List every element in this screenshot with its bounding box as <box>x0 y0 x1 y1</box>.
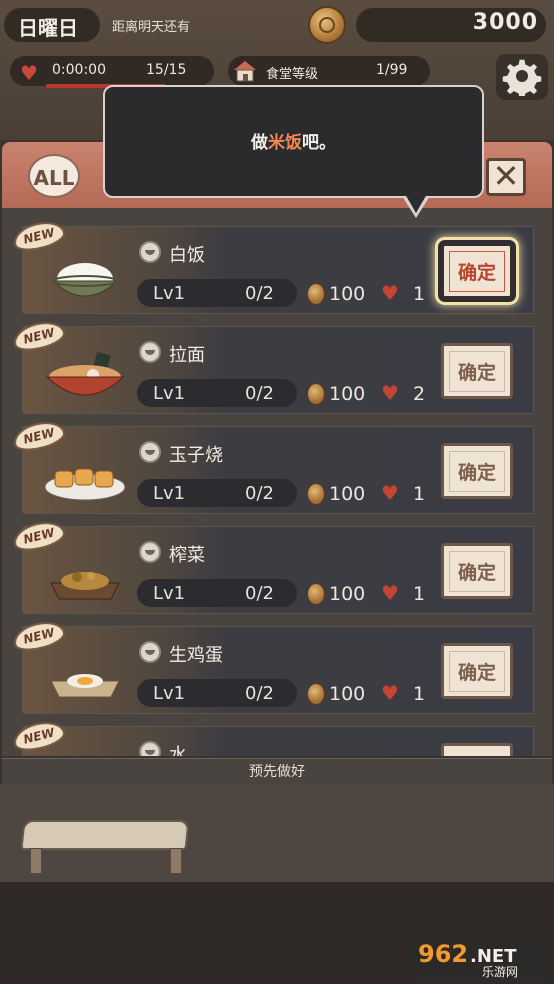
coin-icon <box>308 6 346 44</box>
dish-price: 100 <box>329 583 366 605</box>
ramen-bowl-image <box>45 351 125 396</box>
dish-row-rice: NEW 白饭 Lv1 0/2 100 ♥ 1 确定 <box>10 217 534 314</box>
dish-name: 拉面 <box>169 345 205 366</box>
dish-hearts: 1 <box>413 683 426 705</box>
dish-list[interactable]: NEW 白饭 Lv1 0/2 100 ♥ 1 确定 NEW 拉面 Lv1 0/2… <box>2 208 552 756</box>
egg-category-icon <box>139 641 161 663</box>
rice-category-icon <box>139 241 161 263</box>
confirm-button[interactable]: 确定 <box>441 343 513 399</box>
dish-level: Lv1 <box>153 383 186 404</box>
dish-row-ramen: NEW 拉面 Lv1 0/2 100 ♥ 2 确定 <box>10 317 534 414</box>
coin-icon <box>307 583 325 605</box>
tooltip-prefix: 做 <box>251 133 268 153</box>
coin-icon <box>307 483 325 505</box>
until-tomorrow-label: 距离明天还有 <box>112 20 191 35</box>
tooltip-tail-inner <box>405 194 427 213</box>
noodle-category-icon <box>139 341 161 363</box>
new-badge: NEW <box>10 717 68 755</box>
dish-hearts: 1 <box>413 583 426 605</box>
confirm-button[interactable]: 确定 <box>441 543 513 599</box>
restaurant-level-label: 食堂等级 <box>266 67 319 82</box>
heart-icon: ♥ <box>381 281 399 305</box>
dish-progress: 0/2 <box>245 383 274 404</box>
heart-icon: ♥ <box>381 681 399 705</box>
coin-icon <box>307 283 325 305</box>
confirm-button[interactable] <box>441 743 513 756</box>
dish-progress: 0/2 <box>245 283 274 304</box>
tooltip-suffix: 吧。 <box>302 133 336 153</box>
confirm-label: 确定 <box>448 550 505 592</box>
confirm-button[interactable]: 确定 <box>441 443 513 499</box>
dish-price: 100 <box>329 383 366 405</box>
timer-value: 0:00:00 <box>52 62 106 78</box>
rice-bowl-image <box>51 263 119 297</box>
dish-row-pickles: NEW 榨菜 Lv1 0/2 100 ♥ 1 确定 <box>10 517 534 614</box>
money-value: 3000 <box>472 10 538 35</box>
confirm-button[interactable]: 确定 <box>441 643 513 699</box>
svg-text:.NET: .NET <box>470 946 517 967</box>
dish-price: 100 <box>329 483 366 505</box>
confirm-button[interactable]: 确定 <box>441 243 513 299</box>
heart-icon: ♥ <box>381 581 399 605</box>
confirm-label: 确定 <box>448 450 505 492</box>
heart-icon: ♥ <box>381 381 399 405</box>
svg-text:乐游网: 乐游网 <box>482 965 518 978</box>
confirm-label: 确定 <box>448 350 505 392</box>
customer-count: 15/15 <box>146 62 187 78</box>
dish-row-water: NEW 水 <box>10 717 534 756</box>
confirm-label: 确定 <box>448 650 505 692</box>
dish-hearts: 2 <box>413 383 426 405</box>
dish-price: 100 <box>329 283 366 305</box>
dish-level: Lv1 <box>153 683 186 704</box>
table-leg <box>170 848 182 874</box>
dish-level: Lv1 <box>153 483 186 504</box>
counter-table <box>20 820 190 850</box>
day-label: 日曜日 <box>18 16 78 40</box>
heart-icon: ♥ <box>20 61 38 85</box>
tooltip-highlight: 米饭 <box>268 133 302 153</box>
dish-level: Lv1 <box>153 283 186 304</box>
dish-hearts: 1 <box>413 483 426 505</box>
dish-row-tamagoyaki: NEW 玉子烧 Lv1 0/2 100 ♥ 1 确定 <box>10 417 534 514</box>
dish-name: 玉子烧 <box>169 445 223 466</box>
pickles-plate-image <box>50 572 120 600</box>
dish-progress: 0/2 <box>245 483 274 504</box>
dish-level: Lv1 <box>153 583 186 604</box>
restaurant-icon <box>234 61 256 82</box>
egg-category-icon <box>139 441 161 463</box>
confirm-label: 确定 <box>448 250 505 292</box>
prepare-ahead-label: 预先做好 <box>249 764 305 780</box>
table-leg <box>30 848 42 874</box>
heart-icon: ♥ <box>381 481 399 505</box>
dish-name: 生鸡蛋 <box>169 645 223 666</box>
svg-text:962: 962 <box>418 940 468 968</box>
site-watermark-logo: 962 .NET 乐游网 <box>412 932 548 978</box>
tamagoyaki-plate-image <box>44 468 126 501</box>
filter-all-button[interactable]: ALL <box>28 154 80 198</box>
dish-progress: 0/2 <box>245 683 274 704</box>
dish-price: 100 <box>329 683 366 705</box>
dish-name: 榨菜 <box>169 545 205 566</box>
restaurant-level-value: 1/99 <box>376 62 408 78</box>
close-button[interactable]: ✕ <box>486 158 526 196</box>
dish-row-raw-egg: NEW 生鸡蛋 Lv1 0/2 100 ♥ 1 确定 <box>10 617 534 714</box>
dish-progress: 0/2 <box>245 583 274 604</box>
gear-icon[interactable] <box>502 56 542 96</box>
dish-name: 水 <box>169 745 187 756</box>
raw-egg-dish-image <box>50 674 120 698</box>
drink-category-icon <box>139 741 161 756</box>
dish-name: 白饭 <box>169 245 205 266</box>
dish-hearts: 1 <box>413 283 426 305</box>
side-dish-category-icon <box>139 541 161 563</box>
coin-icon <box>307 383 325 405</box>
tooltip-message: 做米饭吧。 <box>103 128 484 153</box>
coin-icon <box>307 683 325 705</box>
